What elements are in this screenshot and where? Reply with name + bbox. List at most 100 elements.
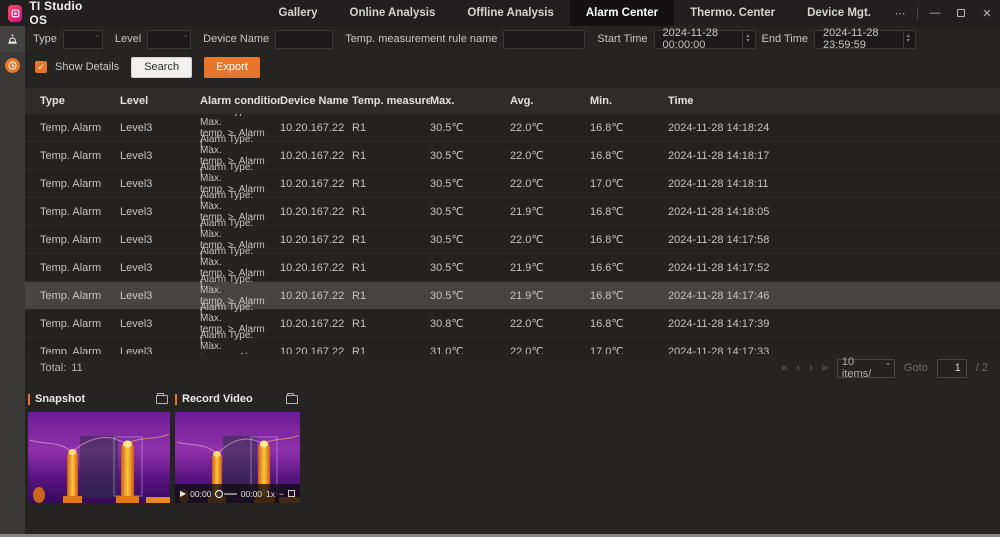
- tab-thermo-center[interactable]: Thermo. Center: [674, 0, 791, 26]
- end-time-spinner[interactable]: ▴▾: [903, 31, 913, 48]
- cell-rule: R1: [352, 234, 430, 246]
- seek-slider[interactable]: [215, 490, 236, 498]
- table-row[interactable]: Temp. Alarm Level3 Alarm Type: Max.temp.…: [25, 226, 1000, 254]
- start-time-input[interactable]: 2024-11-28 00:00:00 ▴▾: [654, 30, 756, 49]
- level-dropdown[interactable]: ˇ: [147, 30, 191, 49]
- tab-online-analysis[interactable]: Online Analysis: [334, 0, 452, 26]
- alarm-siren-icon[interactable]: [0, 26, 25, 52]
- cell-max: 30.8℃: [430, 317, 510, 330]
- cell-device-name: 10.20.167.22: [280, 234, 352, 246]
- col-alarm-condition[interactable]: Alarm condition: [200, 95, 280, 107]
- table-body: Temp. Alarm Level3 Alarm Type: Max.temp.…: [25, 114, 1000, 354]
- type-label: Type: [33, 33, 57, 45]
- cell-device-name: 10.20.167.22: [280, 206, 352, 218]
- open-folder-icon[interactable]: [286, 395, 298, 404]
- cell-level: Level3: [120, 150, 200, 162]
- video-controls: ▶ 00:00 00:00 1x −: [175, 484, 300, 503]
- prev-page-icon[interactable]: ‹: [796, 362, 800, 374]
- show-details-checkbox[interactable]: ✓: [35, 61, 47, 73]
- col-level[interactable]: Level: [120, 95, 200, 107]
- cell-level: Level3: [120, 122, 200, 134]
- cell-time: 2024-11-28 14:17:58: [668, 234, 1000, 246]
- cell-type: Temp. Alarm: [40, 206, 120, 218]
- col-time[interactable]: Time: [668, 95, 1000, 107]
- cell-type: Temp. Alarm: [40, 234, 120, 246]
- cell-min: 17.0℃: [590, 177, 668, 190]
- record-video-player[interactable]: ▶ 00:00 00:00 1x −: [175, 412, 300, 503]
- fullscreen-icon[interactable]: [288, 490, 295, 497]
- chevron-down-icon: ˇ: [96, 35, 99, 44]
- cell-min: 16.8℃: [590, 205, 668, 218]
- search-button[interactable]: Search: [131, 57, 192, 78]
- close-icon[interactable]: ✕: [974, 0, 1000, 26]
- cell-time: 2024-11-28 14:17:33: [668, 346, 1000, 355]
- accent-bar: [175, 394, 177, 405]
- cell-level: Level3: [120, 234, 200, 246]
- tab-offline-analysis[interactable]: Offline Analysis: [451, 0, 570, 26]
- cell-device-name: 10.20.167.22: [280, 318, 352, 330]
- cell-rule: R1: [352, 346, 430, 355]
- snapshot-title: Snapshot: [35, 393, 156, 405]
- cell-rule: R1: [352, 150, 430, 162]
- page-indicator: / 2: [976, 362, 988, 374]
- cell-rule: R1: [352, 262, 430, 274]
- goto-page-input[interactable]: 1: [937, 359, 967, 378]
- snapshot-thermal-image[interactable]: [28, 412, 170, 503]
- open-folder-icon[interactable]: [156, 395, 168, 404]
- table-row[interactable]: Temp. Alarm Level3 Alarm Type: Max.temp.…: [25, 310, 1000, 338]
- page-size-select[interactable]: 10 items/ ˇ: [837, 359, 895, 378]
- last-page-icon[interactable]: »: [822, 362, 828, 374]
- col-avg[interactable]: Avg.: [510, 95, 590, 107]
- cell-avg: 22.0℃: [510, 233, 590, 246]
- more-menu-icon[interactable]: ⋯: [887, 0, 913, 26]
- table-row[interactable]: Temp. Alarm Level3 Alarm Type: Max.temp.…: [25, 338, 1000, 354]
- cell-type: Temp. Alarm: [40, 178, 120, 190]
- minimize-icon[interactable]: —: [922, 0, 948, 26]
- cell-rule: R1: [352, 318, 430, 330]
- cell-rule: R1: [352, 178, 430, 190]
- accent-bar: [28, 394, 30, 405]
- slider-knob[interactable]: [215, 490, 223, 498]
- table-row[interactable]: Temp. Alarm Level3 Alarm Type: Max.temp.…: [25, 142, 1000, 170]
- main-content: Type ˇ Level ˇ Device Name Temp. measure…: [25, 26, 1000, 534]
- history-clock-icon[interactable]: [0, 52, 25, 78]
- volume-icon[interactable]: −: [279, 489, 284, 499]
- type-dropdown[interactable]: ˇ: [63, 30, 103, 49]
- playback-speed[interactable]: 1x: [266, 489, 275, 499]
- export-button[interactable]: Export: [204, 57, 260, 78]
- tab-alarm-center[interactable]: Alarm Center: [570, 0, 674, 26]
- table-row[interactable]: Temp. Alarm Level3 Alarm Type: Max.temp.…: [25, 170, 1000, 198]
- device-name-input[interactable]: [275, 30, 333, 49]
- col-temp-measurement[interactable]: Temp. measureme: [352, 95, 430, 107]
- col-min[interactable]: Min.: [590, 95, 668, 107]
- start-time-spinner[interactable]: ▴▾: [742, 31, 752, 48]
- cell-max: 30.5℃: [430, 121, 510, 134]
- cell-avg: 22.0℃: [510, 177, 590, 190]
- table-row[interactable]: Temp. Alarm Level3 Alarm Type: Max.temp.…: [25, 254, 1000, 282]
- end-time-input[interactable]: 2024-11-28 23:59:59 ▴▾: [814, 30, 916, 49]
- chevron-down-icon: ˇ: [184, 35, 187, 44]
- media-section: Snapshot: [25, 382, 1000, 503]
- maximize-icon[interactable]: [948, 0, 974, 26]
- table-row[interactable]: Temp. Alarm Level3 Alarm Type: Max.temp.…: [25, 114, 1000, 142]
- rule-name-input[interactable]: [503, 30, 585, 49]
- tab-device-mgt[interactable]: Device Mgt.: [791, 0, 887, 26]
- cell-max: 30.5℃: [430, 261, 510, 274]
- tab-gallery[interactable]: Gallery: [263, 0, 334, 26]
- first-page-icon[interactable]: «: [781, 362, 787, 374]
- cell-level: Level3: [120, 262, 200, 274]
- col-type[interactable]: Type: [40, 95, 120, 107]
- next-page-icon[interactable]: ›: [809, 362, 813, 374]
- cell-type: Temp. Alarm: [40, 150, 120, 162]
- cell-device-name: 10.20.167.22: [280, 178, 352, 190]
- cell-device-name: 10.20.167.22: [280, 122, 352, 134]
- table-row[interactable]: Temp. Alarm Level3 Alarm Type: Max.temp.…: [25, 198, 1000, 226]
- play-icon[interactable]: ▶: [180, 489, 186, 498]
- col-device-name[interactable]: Device Name: [280, 95, 352, 107]
- cell-avg: 21.9℃: [510, 261, 590, 274]
- cell-avg: 22.0℃: [510, 121, 590, 134]
- table-row[interactable]: Temp. Alarm Level3 Alarm Type: Max.temp.…: [25, 282, 1000, 310]
- col-max[interactable]: Max.: [430, 95, 510, 107]
- device-name-label: Device Name: [203, 33, 269, 45]
- main-nav: Gallery Online Analysis Offline Analysis…: [263, 0, 888, 26]
